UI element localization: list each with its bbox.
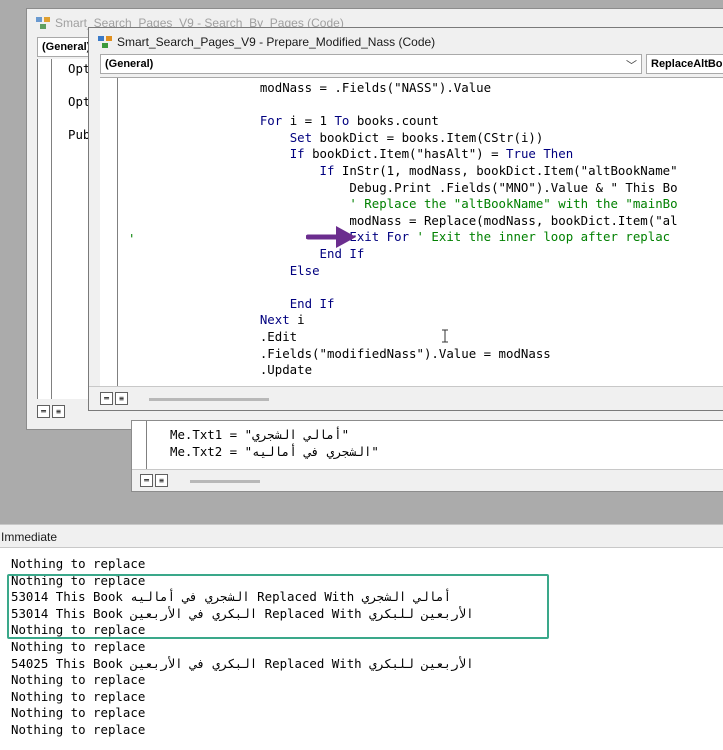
code-line: Debug.Print .Fields("MNO").Value & " Thi… [230, 179, 678, 197]
middle-code-line: Me.Txt1 = "أمالي الشجري" [170, 427, 350, 442]
code-token: books.count [349, 113, 439, 129]
immediate-line: Nothing to replace [11, 705, 146, 721]
code-token: bookDict = books.Item(CStr(i)) [312, 129, 544, 145]
code-token: End If [289, 295, 335, 311]
code-token: .Update [230, 362, 313, 378]
immediate-line: Nothing to replace [11, 688, 146, 704]
front-code-window[interactable]: Smart_Search_Pages_V9 - Prepare_Modified… [88, 27, 723, 411]
code-line: Exit For ' Exit the inner loop after rep… [230, 229, 670, 246]
text-cursor-icon [442, 329, 448, 343]
code-line: If bookDict.Item("hasAlt") = True Then [230, 146, 573, 163]
procedure-combo[interactable]: ReplaceAltBo [646, 54, 723, 74]
arrow-right-icon [306, 226, 356, 248]
code-line: ' Replace the "altBookName" with the "ma… [230, 196, 678, 213]
code-token: .Edit [230, 329, 298, 344]
code-token: Set [289, 129, 313, 145]
code-token: bookDict.Item("hasAlt") = [304, 146, 507, 162]
code-line: .Update [230, 362, 312, 379]
procedure-combo-value: ReplaceAltBo [651, 58, 723, 70]
middle-bottom-bar: ═ ≡ [132, 469, 723, 491]
code-token: Exit For [349, 229, 410, 245]
code-token: InStr(1, modNass, bookDict.Item("altBook… [334, 163, 678, 178]
code-token: ' Replace the "altBookName" with the "ma… [230, 196, 678, 212]
margin-marker: ' [128, 231, 136, 246]
code-token: True Then [506, 146, 574, 162]
code-token: ' Exit the inner loop after replac [409, 229, 671, 245]
code-token: i = 1 [282, 113, 335, 129]
middle-margin [146, 421, 147, 469]
code-line: For i = 1 To books.count [230, 113, 439, 130]
back-margin [38, 59, 52, 399]
code-token: Else [289, 262, 320, 278]
code-token: modNass = Replace(modNass, bookDict.Item… [230, 212, 678, 228]
code-token: If [319, 163, 335, 178]
code-token: Next [259, 312, 290, 328]
code-token: For [259, 113, 283, 129]
code-token: .Fields("modifiedNass").Value = modNass [230, 345, 551, 361]
code-token: Debug.Print .Fields("MNO").Value & " Thi… [230, 179, 678, 195]
horizontal-scrollbar[interactable] [190, 480, 260, 483]
object-combo-value: (General) [105, 58, 154, 70]
code-line: Set bookDict = books.Item(CStr(i)) [230, 129, 544, 147]
code-line: modNass = Replace(modNass, bookDict.Item… [230, 212, 678, 230]
view-procedure-icon[interactable]: ═ [37, 405, 50, 418]
back-object-combo-value: (General) [42, 41, 91, 53]
code-line: Next i [230, 312, 305, 329]
code-line: Else [230, 263, 320, 280]
object-combo[interactable]: (General) ﹀ [100, 54, 642, 74]
front-window-titlebar[interactable]: Smart_Search_Pages_V9 - Prepare_Modified… [89, 28, 723, 56]
code-token: modNass = .Fields("NASS").Value [230, 80, 492, 95]
code-line: .Edit [230, 329, 297, 346]
immediate-line: Nothing to replace [11, 639, 146, 654]
code-line: modNass = .Fields("NASS").Value [230, 80, 491, 97]
view-module-icon[interactable]: ≡ [155, 474, 168, 487]
immediate-line: 54025 This Book البكري في الأربعين Repla… [11, 655, 474, 671]
view-procedure-icon[interactable]: ═ [140, 474, 153, 487]
immediate-window-title: Immediate [0, 524, 723, 547]
immediate-line: Nothing to replace [11, 722, 146, 737]
vba-project-icon [98, 36, 112, 48]
horizontal-scrollbar[interactable] [149, 398, 269, 401]
code-token: If [289, 146, 305, 162]
code-line: End If [230, 295, 335, 313]
immediate-line: Nothing to replace [11, 672, 146, 688]
code-pane[interactable]: ' modNass = .Fields("NASS").Value For i … [100, 77, 723, 387]
front-window-title: Smart_Search_Pages_V9 - Prepare_Modified… [117, 35, 436, 49]
immediate-line: Nothing to replace [11, 556, 146, 571]
highlight-box [7, 574, 549, 639]
view-module-icon[interactable]: ≡ [115, 392, 128, 405]
middle-code-line: Me.Txt2 = "الشجري في أماليه" [170, 444, 379, 459]
front-bottom-bar: ═ ≡ [89, 386, 723, 410]
vba-project-icon [36, 17, 50, 29]
view-procedure-icon[interactable]: ═ [100, 392, 113, 405]
chevron-down-icon[interactable]: ﹀ [626, 57, 637, 73]
code-token: i [289, 312, 305, 328]
code-line: If InStr(1, modNass, bookDict.Item("altB… [230, 163, 678, 180]
code-margin [100, 78, 118, 387]
code-token: To [334, 113, 350, 129]
view-module-icon[interactable]: ≡ [52, 405, 65, 418]
code-line: .Fields("modifiedNass").Value = modNass [230, 346, 551, 363]
middle-code-window[interactable]: Me.Txt1 = "أمالي الشجري" Me.Txt2 = "الشج… [131, 420, 723, 492]
